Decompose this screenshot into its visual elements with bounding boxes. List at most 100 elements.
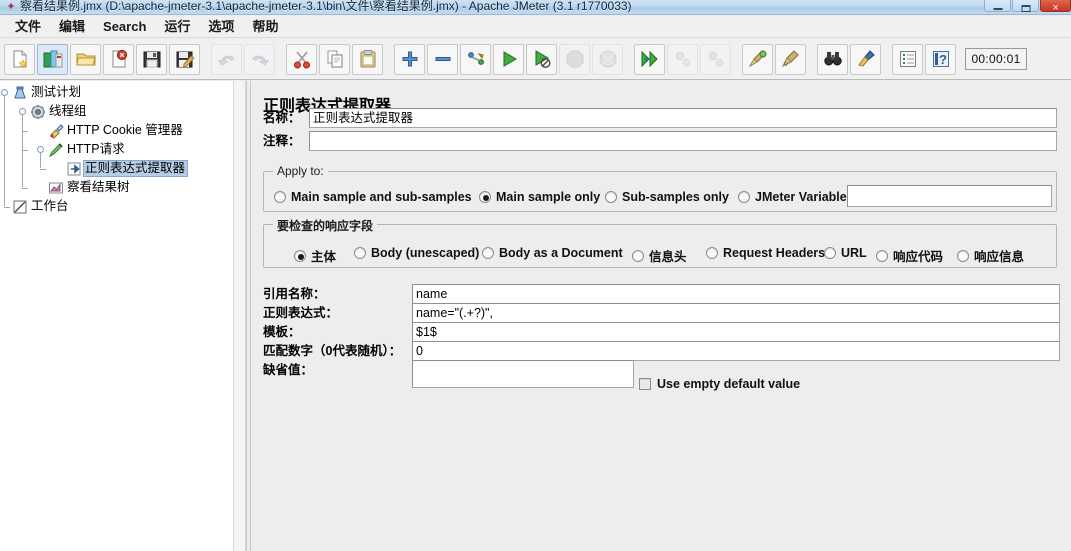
radio-response-message[interactable]: 响应信息	[957, 246, 1024, 265]
menu-help[interactable]: 帮助	[243, 17, 287, 37]
open-button[interactable]	[70, 43, 101, 75]
tree-node-regex-extractor[interactable]: 正则表达式提取器	[64, 159, 189, 178]
radio-body-unescaped[interactable]: Body (unescaped)	[354, 246, 479, 260]
brush-reset-icon	[856, 49, 876, 69]
tree-node-label: 正则表达式提取器	[83, 160, 189, 177]
paste-button[interactable]	[352, 43, 383, 75]
radio-url[interactable]: URL	[824, 246, 867, 260]
tree-expand-handle[interactable]	[37, 146, 44, 153]
radio-indicator[interactable]	[957, 249, 969, 262]
tree-connector	[22, 115, 23, 187]
comment-field[interactable]	[309, 131, 1057, 151]
tree-node-workbench[interactable]: 工作台	[10, 197, 72, 216]
match-number-field[interactable]: 0	[412, 341, 1060, 361]
jmeter-variable-field[interactable]	[847, 185, 1052, 207]
reference-name-field[interactable]: name	[412, 284, 1060, 304]
radio-indicator[interactable]	[706, 247, 718, 259]
tree-node-http-request[interactable]: HTTP请求	[46, 140, 128, 159]
radio-indicator[interactable]	[479, 191, 491, 203]
radio-main-and-sub-samples[interactable]: Main sample and sub-samples	[274, 190, 472, 204]
radio-indicator[interactable]	[738, 191, 750, 203]
search-button[interactable]	[817, 43, 848, 75]
checkbox-box[interactable]	[639, 378, 651, 390]
radio-indicator[interactable]	[274, 191, 286, 203]
save-as-icon	[175, 49, 195, 69]
start-button[interactable]	[493, 43, 524, 75]
function-helper-button[interactable]	[892, 43, 923, 75]
radio-indicator[interactable]	[605, 191, 617, 203]
use-empty-default-checkbox[interactable]: Use empty default value	[639, 377, 800, 391]
radio-indicator[interactable]	[482, 247, 494, 259]
remote-start-all-button[interactable]	[634, 43, 665, 75]
save-button[interactable]	[136, 43, 167, 75]
regex-extractor-panel: 正则表达式提取器 名称： 正则表达式提取器 注释： Apply to: 要检查的…	[251, 81, 1071, 551]
default-value-field[interactable]	[412, 360, 634, 388]
svg-text:?: ?	[939, 52, 947, 67]
toggle-button[interactable]	[460, 43, 491, 75]
menu-search[interactable]: Search	[94, 17, 155, 37]
function-list-icon	[898, 49, 918, 69]
radio-request-headers[interactable]: Request Headers	[706, 246, 825, 260]
tree-expand-handle[interactable]	[19, 108, 26, 115]
remote-stop-all-button	[667, 43, 698, 75]
radio-indicator[interactable]	[632, 249, 644, 262]
save-as-button[interactable]	[169, 43, 200, 75]
copy-button[interactable]	[319, 43, 350, 75]
clear-button[interactable]	[742, 43, 773, 75]
maximize-button[interactable]	[1012, 0, 1039, 12]
toolbar-separator	[202, 44, 211, 75]
radio-label: JMeter Variable	[755, 190, 847, 204]
template-field[interactable]: $1$	[412, 322, 1060, 342]
radio-indicator[interactable]	[824, 247, 836, 259]
menu-edit[interactable]: 编辑	[50, 17, 94, 37]
cut-button[interactable]	[286, 43, 317, 75]
post-processor-arrow-icon	[64, 160, 83, 177]
tree-vertical-scrollbar[interactable]	[233, 81, 246, 551]
comment-label: 注释：	[263, 134, 301, 148]
tree-node-view-results-tree[interactable]: 察看结果树	[46, 178, 133, 197]
tree-node-http-cookie-manager[interactable]: HTTP Cookie 管理器	[46, 121, 186, 140]
test-plan-tree[interactable]: 测试计划 线程组 HTTP Cookie 管理器 HTTP请求 正则表达式提取器 察看结果…	[0, 81, 233, 551]
default-value-label: 缺省值：	[263, 363, 314, 377]
stop-button	[559, 43, 590, 75]
radio-main-sample-only[interactable]: Main sample only	[479, 190, 600, 204]
radio-sub-samples-only[interactable]: Sub-samples only	[605, 190, 729, 204]
minimize-button[interactable]	[984, 0, 1011, 12]
radio-response-code[interactable]: 响应代码	[876, 246, 943, 265]
radio-label: Body as a Document	[499, 246, 623, 260]
radio-body-as-document[interactable]: Body as a Document	[482, 246, 623, 260]
test-plan-icon	[10, 84, 29, 101]
collapse-all-button[interactable]	[427, 43, 458, 75]
radio-body[interactable]: 主体	[294, 246, 336, 265]
undo-button	[211, 43, 242, 75]
radio-indicator[interactable]	[876, 249, 888, 262]
start-no-pauses-button[interactable]	[526, 43, 557, 75]
menu-options[interactable]: 选项	[199, 17, 243, 37]
menu-run[interactable]: 运行	[155, 17, 199, 37]
menu-file[interactable]: 文件	[6, 17, 50, 37]
clear-all-button[interactable]	[775, 43, 806, 75]
radio-indicator[interactable]	[354, 247, 366, 259]
regular-expression-field[interactable]: name="(.+?)",	[412, 303, 1060, 323]
help-button[interactable]: ?	[925, 43, 956, 75]
expand-all-button[interactable]	[394, 43, 425, 75]
menu-bar: 文件 编辑 Search 运行 选项 帮助	[0, 16, 1071, 38]
tree-node-test-plan[interactable]: 测试计划	[10, 83, 84, 102]
toolbar-separator	[733, 44, 742, 75]
redo-button	[244, 43, 275, 75]
radio-label: URL	[841, 246, 867, 260]
radio-response-headers[interactable]: 信息头	[632, 246, 687, 265]
reset-search-button[interactable]	[850, 43, 881, 75]
radio-label: Sub-samples only	[622, 190, 729, 204]
templates-button[interactable]	[37, 43, 68, 75]
use-empty-default-label: Use empty default value	[657, 377, 801, 391]
close-document-icon	[109, 49, 129, 69]
tree-node-thread-group[interactable]: 线程组	[28, 102, 90, 121]
close-button[interactable]	[103, 43, 134, 75]
tree-expand-handle[interactable]	[1, 89, 8, 96]
close-button[interactable]	[1040, 0, 1071, 12]
radio-jmeter-variable[interactable]: JMeter Variable	[738, 190, 847, 204]
name-field[interactable]: 正则表达式提取器	[309, 108, 1057, 128]
radio-indicator[interactable]	[294, 249, 306, 262]
new-button[interactable]	[4, 43, 35, 75]
